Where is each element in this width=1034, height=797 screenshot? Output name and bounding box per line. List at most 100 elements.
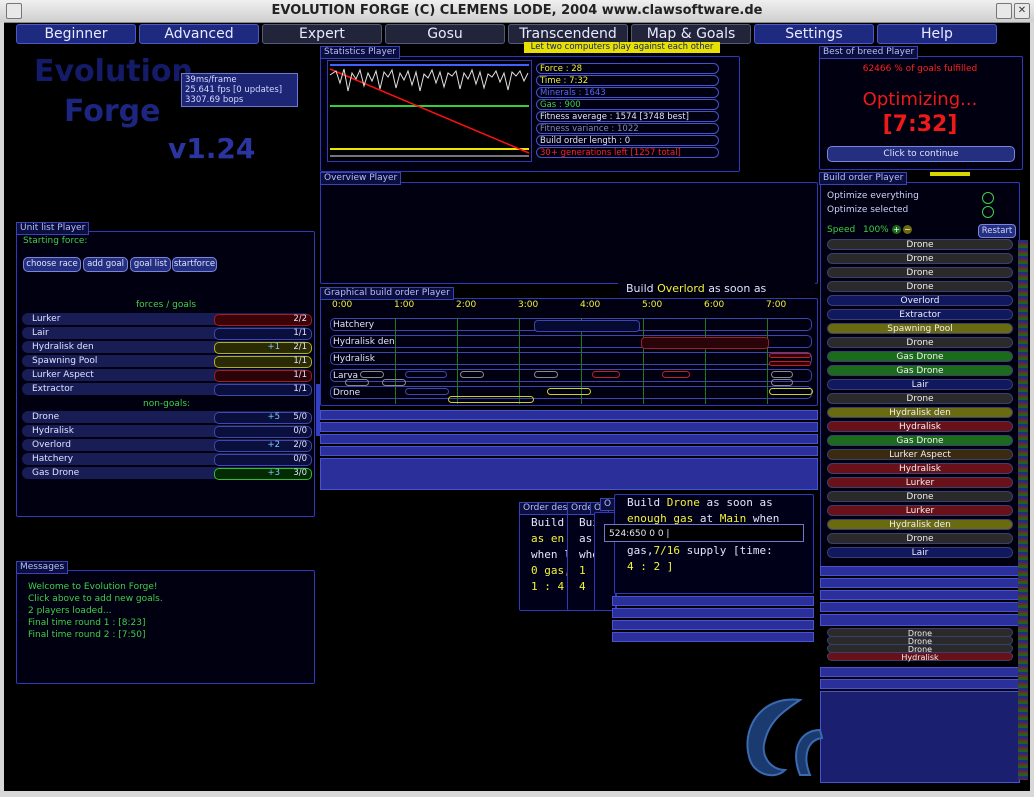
build-order-item[interactable]: Overlord xyxy=(827,295,1013,306)
force-name: Hydralisk den xyxy=(32,342,94,352)
build-order-item[interactable]: Spawning Pool xyxy=(827,323,1013,334)
build-order-item[interactable]: Lair xyxy=(827,547,1013,558)
build-order-item[interactable]: Gas Drone xyxy=(827,435,1013,446)
message-1: Welcome to Evolution Forge! xyxy=(28,582,158,592)
optimize-selected-radio[interactable] xyxy=(982,206,994,218)
tooltip: Let two computers play against each othe… xyxy=(524,42,720,53)
force-row[interactable]: Lair 1/1 xyxy=(22,327,312,340)
stat-minerals: Minerals : 1643 xyxy=(536,87,719,98)
bo-layer-4 xyxy=(820,602,1020,612)
build-order-item[interactable]: Lurker Aspect xyxy=(827,449,1013,460)
bar-larva-3 xyxy=(460,371,484,378)
gridline-7 xyxy=(767,318,768,404)
goal-list-button[interactable]: goal list xyxy=(130,257,171,272)
tab-help[interactable]: Help xyxy=(877,24,997,44)
tab-settings[interactable]: Settings xyxy=(754,24,874,44)
logo-evolution: Evolution xyxy=(34,54,193,89)
non-goal-row[interactable]: Drone +5 5/0 xyxy=(22,411,312,424)
tab-gosu[interactable]: Gosu xyxy=(385,24,505,44)
tab-map-goals[interactable]: Map & Goals xyxy=(631,24,751,44)
force-row[interactable]: Extractor 1/1 xyxy=(22,383,312,396)
build-order-item[interactable]: Hydralisk xyxy=(827,463,1013,474)
main-l4: 4 : 2 ] xyxy=(627,560,674,573)
order-layer-2 xyxy=(612,608,814,618)
non-goal-row[interactable]: Hatchery 0/0 xyxy=(22,453,312,466)
window-title: EVOLUTION FORGE (C) CLEMENS LODE, 2004 w… xyxy=(271,3,763,18)
force-row[interactable]: Lurker Aspect 1/1 xyxy=(22,369,312,382)
build-order-item[interactable]: Drone xyxy=(827,533,1013,544)
tab-transcendend[interactable]: Transcendend xyxy=(508,24,628,44)
build-order-item[interactable]: Lair xyxy=(827,379,1013,390)
bo-layer-7 xyxy=(820,679,1020,689)
non-goal-row[interactable]: Overlord +2 2/0 xyxy=(22,439,312,452)
force-row[interactable]: Spawning Pool 1/1 xyxy=(22,355,312,368)
choose-race-button[interactable]: choose race xyxy=(23,257,81,272)
gridline-6 xyxy=(705,318,706,404)
optimize-everything-radio[interactable] xyxy=(982,192,994,204)
order-layer-3 xyxy=(612,620,814,630)
build-order-item[interactable]: Gas Drone xyxy=(827,365,1013,376)
close-button[interactable]: ✕ xyxy=(1014,3,1030,19)
hint-post: as soon as xyxy=(708,282,767,295)
startforce-button[interactable]: startforce xyxy=(172,257,217,272)
order-time-input[interactable]: 524:650 0 0 | xyxy=(604,524,804,542)
hint-build: Build xyxy=(626,282,654,295)
window-frame-bottom xyxy=(0,791,1034,797)
bo-layer-2 xyxy=(820,578,1020,588)
non-goal-value: 0/0 xyxy=(293,454,307,464)
non-goal-row[interactable]: Gas Drone +3 3/0 xyxy=(22,467,312,480)
build-order-item[interactable]: Drone xyxy=(827,491,1013,502)
force-name: Lair xyxy=(32,328,49,338)
build-order-side-strip xyxy=(1018,240,1028,780)
build-order-item[interactable]: Drone xyxy=(827,281,1013,292)
main-l1-pre: Build xyxy=(627,496,661,509)
tab-expert[interactable]: Expert xyxy=(262,24,382,44)
order-layer-4 xyxy=(612,632,814,642)
build-order-tail-item[interactable]: Hydralisk xyxy=(827,652,1013,662)
window-titlebar[interactable]: EVOLUTION FORGE (C) CLEMENS LODE, 2004 w… xyxy=(0,0,1034,23)
starting-force-label: Starting force: xyxy=(23,236,88,246)
overview-title: Overview Player xyxy=(320,172,402,185)
add-goal-button[interactable]: add goal xyxy=(83,257,128,272)
build-order-item[interactable]: Hydralisk xyxy=(827,421,1013,432)
non-goal-row[interactable]: Hydralisk 0/0 xyxy=(22,425,312,438)
build-order-item[interactable]: Drone xyxy=(827,267,1013,278)
force-row[interactable]: Hydralisk den +1 2/1 xyxy=(22,341,312,354)
non-goals-header: non-goals: xyxy=(143,399,191,409)
tick-0: 0:00 xyxy=(332,300,353,310)
build-order-item[interactable]: Hydralisk den xyxy=(827,407,1013,418)
claw-logo-icon xyxy=(746,698,824,777)
tab-advanced[interactable]: Advanced xyxy=(139,24,259,44)
graph-layer-3 xyxy=(320,434,818,444)
build-order-item[interactable]: Gas Drone xyxy=(827,351,1013,362)
force-row[interactable]: Lurker 2/2 xyxy=(22,313,312,326)
build-order-item[interactable]: Lurker xyxy=(827,505,1013,516)
window-frame-right xyxy=(1030,22,1034,797)
force-value: 1/1 xyxy=(293,370,307,380)
build-order-item[interactable]: Lurker xyxy=(827,477,1013,488)
bar-larva-10 xyxy=(771,379,793,386)
restart-button[interactable]: Restart xyxy=(978,224,1016,238)
build-order-item[interactable]: Hydralisk den xyxy=(827,519,1013,530)
speed-decrease-icon[interactable]: − xyxy=(903,225,912,234)
bar-larva-1 xyxy=(360,371,384,378)
build-order-item[interactable]: Drone xyxy=(827,239,1013,250)
speed-increase-icon[interactable]: + xyxy=(892,225,901,234)
build-order-item[interactable]: Drone xyxy=(827,337,1013,348)
perf-bops: 3307.69 bops xyxy=(185,95,244,105)
build-order-item[interactable]: Drone xyxy=(827,393,1013,404)
build-order-item[interactable]: Extractor xyxy=(827,309,1013,320)
tab-beginner[interactable]: Beginner xyxy=(16,24,136,44)
main-l3-sup: 7/16 xyxy=(653,544,681,557)
minimize-button[interactable] xyxy=(996,3,1012,19)
build-order-title: Build order Player xyxy=(819,172,908,185)
build-order-item[interactable]: Drone xyxy=(827,253,1013,264)
logo-forge: Forge xyxy=(64,94,161,129)
build-order-progress xyxy=(930,172,970,176)
main-l3-pre: gas, xyxy=(627,544,654,557)
click-to-continue-button[interactable]: Click to continue xyxy=(827,146,1015,162)
bo-layer-8 xyxy=(820,691,1020,783)
tick-7: 7:00 xyxy=(766,300,787,310)
messages-list: Welcome to Evolution Forge! Click above … xyxy=(28,581,163,641)
logo-version: v1.24 xyxy=(168,132,256,165)
